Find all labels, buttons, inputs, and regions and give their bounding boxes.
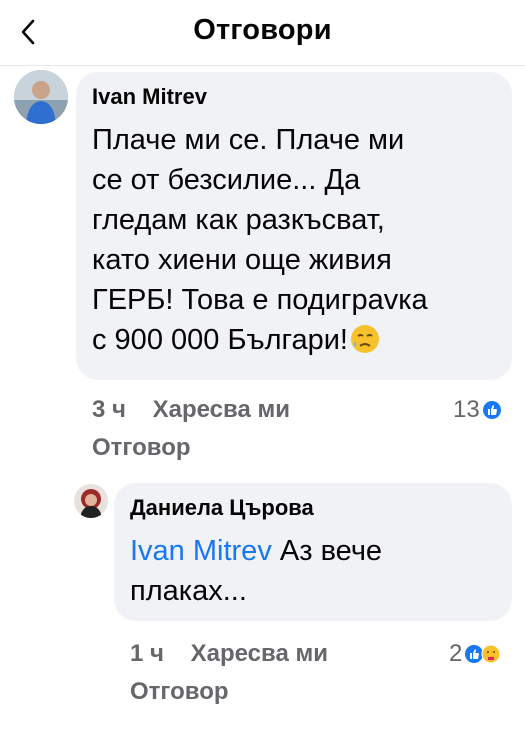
reaction-summary[interactable]: 2 [449, 640, 501, 668]
reply-line: Ivan Mitrev Аз вече [130, 531, 496, 571]
avatar-image [74, 484, 108, 518]
comment-author[interactable]: Ivan Mitrev [92, 84, 496, 110]
reply-actions: 1 ч Харесва ми [130, 640, 348, 668]
comment-line: с 900 000 Българи! [92, 320, 496, 366]
like-icon [482, 401, 501, 419]
reply-button[interactable]: Отговор [92, 434, 191, 462]
avatar[interactable] [74, 484, 108, 518]
comment-line: ГЕРБ! Това е подиграvка [92, 284, 428, 316]
reply-time[interactable]: 1 ч [130, 640, 164, 667]
comment-line-text: с 900 000 Българи! [92, 324, 348, 356]
reply-bubble[interactable]: Даниела Църова Ivan Mitrev Аз вече плака… [114, 483, 512, 621]
reaction-count: 13 [453, 396, 480, 423]
reaction-count: 2 [449, 640, 463, 667]
comment-text: Плаче ми се. Плаче ми се от безсилие... … [92, 120, 496, 366]
reply-button[interactable]: Отговор [130, 678, 229, 706]
reply-line: плаках... [130, 575, 247, 607]
avatar[interactable] [14, 70, 68, 124]
like-button[interactable]: Харесва ми [191, 640, 328, 667]
care-icon [481, 644, 501, 664]
comment-line: се от безсилие... Да [92, 164, 361, 196]
top-bar: Отговори [0, 0, 525, 66]
reaction-summary[interactable]: 13 [453, 396, 502, 424]
avatar-image [14, 70, 68, 124]
page-title: Отговори [193, 14, 332, 46]
comment-line: като хиени още живия [92, 244, 392, 276]
comment-line: гледам как разкъсват, [92, 204, 385, 236]
reply-author[interactable]: Даниела Църова [130, 495, 496, 521]
sad-relieved-face-icon [349, 323, 381, 366]
reply-text-part: Аз вече [271, 535, 383, 567]
comment-actions: 3 ч Харесва ми [92, 396, 310, 424]
mention-link[interactable]: Ivan Mitrev [130, 535, 272, 567]
reply-text: Ivan Mitrev Аз вече плаках... [130, 531, 496, 611]
comment-bubble[interactable]: Ivan Mitrev Плаче ми се. Плаче ми се от … [76, 72, 512, 380]
comment-time[interactable]: 3 ч [92, 396, 126, 423]
comment-line: Плаче ми се. Плаче ми [92, 124, 405, 156]
like-button[interactable]: Харесва ми [153, 396, 290, 423]
